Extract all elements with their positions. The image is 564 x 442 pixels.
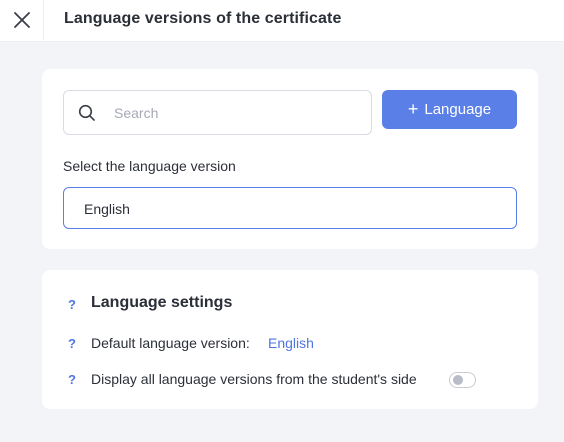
help-icon-default-language[interactable]: ?	[68, 336, 76, 351]
header-bar: Language versions of the certificate	[0, 0, 564, 42]
help-icon-display-all[interactable]: ?	[68, 372, 76, 387]
search-placeholder: Search	[114, 105, 159, 121]
add-language-label: Language	[424, 101, 492, 118]
toggle-knob	[453, 375, 463, 385]
close-icon	[13, 12, 30, 28]
add-language-button[interactable]: + Language	[382, 90, 517, 129]
page-title: Language versions of the certificate	[64, 10, 342, 27]
select-language-label: Select the language version	[63, 158, 236, 174]
settings-title: Language settings	[91, 294, 233, 311]
default-language-label: Default language version:	[91, 335, 250, 351]
default-language-link[interactable]: English	[268, 335, 314, 351]
plus-icon: +	[407, 98, 419, 119]
close-button[interactable]	[0, 0, 44, 40]
language-settings-card: ? Language settings ? Default language v…	[42, 270, 538, 409]
language-select[interactable]: English	[63, 187, 517, 229]
language-select-card: Search + Language Select the language ve…	[42, 69, 538, 249]
language-select-value: English	[84, 201, 130, 217]
display-all-label: Display all language versions from the s…	[91, 371, 417, 387]
display-all-toggle[interactable]	[449, 372, 476, 388]
help-icon-settings[interactable]: ?	[68, 297, 76, 312]
search-input[interactable]: Search	[63, 90, 372, 135]
search-icon	[78, 104, 95, 121]
